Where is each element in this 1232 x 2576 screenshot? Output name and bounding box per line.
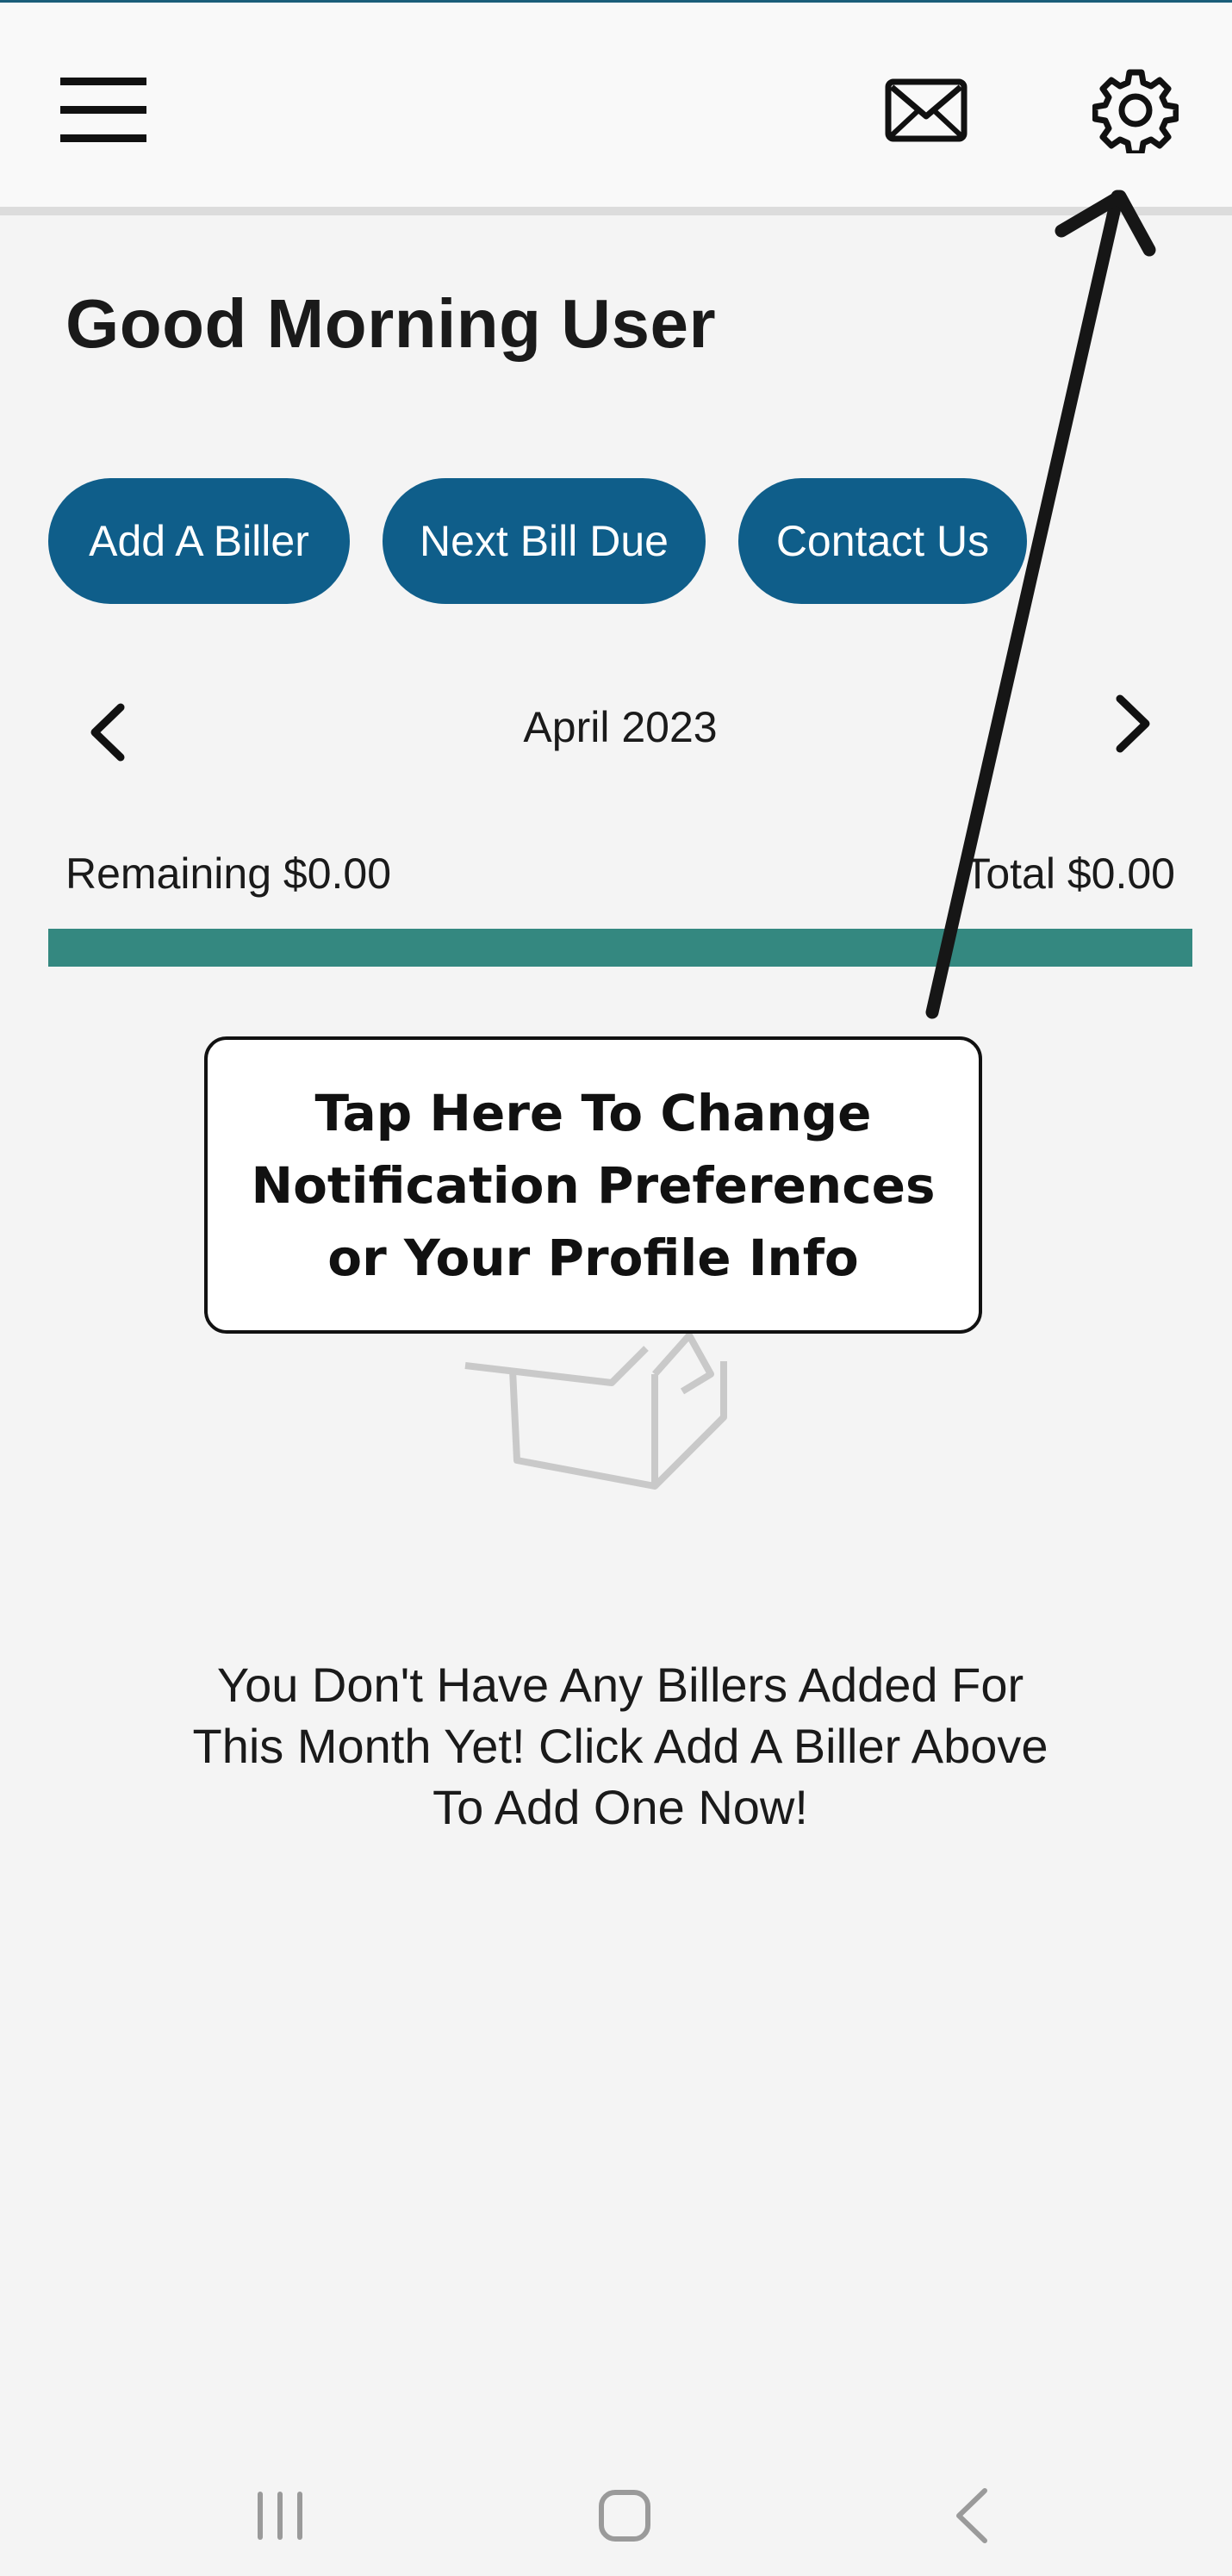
tip-callout-text: Tap Here To Change Notification Preferen… [251,1083,936,1287]
back-icon[interactable] [922,2473,1025,2559]
greeting-title: Good Morning User [65,285,717,362]
budget-progress-fill [48,929,1192,967]
total-amount: Total $0.00 [964,849,1175,898]
app-bar [0,3,1232,209]
recents-icon[interactable] [228,2473,332,2559]
empty-state-message: You Don't Have Any Billers Added For Thi… [192,1658,1048,1834]
chevron-right-icon[interactable] [1103,685,1163,762]
tip-callout: Tap Here To Change Notification Preferen… [204,1036,982,1334]
month-label: April 2023 [523,703,718,751]
budget-progress-bar [48,929,1192,967]
contact-us-button[interactable]: Contact Us [738,478,1027,604]
hamburger-menu-icon[interactable] [52,63,155,158]
envelope-icon[interactable] [870,63,982,158]
app-bar-divider [0,207,1232,215]
remaining-amount: Remaining $0.00 [65,849,392,898]
home-icon[interactable] [573,2473,676,2559]
system-navigation-bar [0,2438,1232,2576]
gear-icon[interactable] [1081,59,1189,162]
add-biller-button[interactable]: Add A Biller [48,478,350,604]
next-bill-due-button[interactable]: Next Bill Due [383,478,706,604]
